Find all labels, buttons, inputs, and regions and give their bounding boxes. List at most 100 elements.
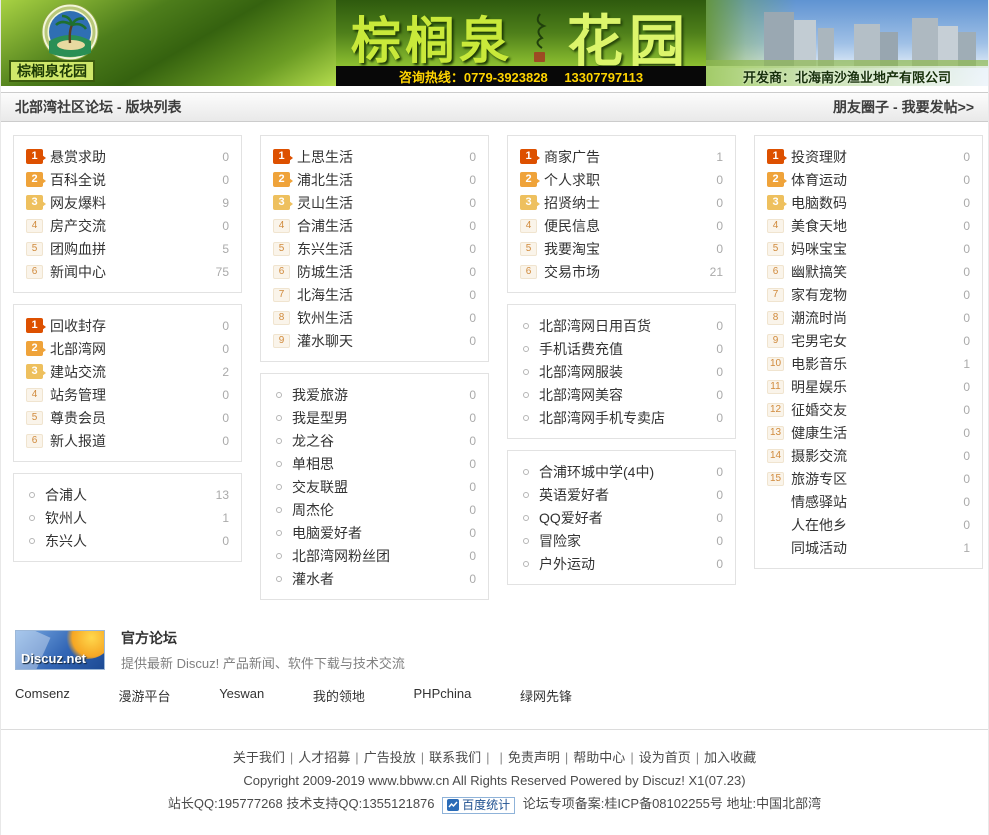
- forum-link[interactable]: 摄影交流: [791, 446, 963, 466]
- forum-link[interactable]: 灵山生活: [297, 193, 469, 213]
- forum-link[interactable]: 招贤纳士: [544, 193, 716, 213]
- forum-link[interactable]: 交易市场: [544, 262, 710, 282]
- forum-link[interactable]: 北部湾网: [50, 339, 222, 359]
- forum-link[interactable]: 团购血拼: [50, 239, 222, 259]
- forum-link[interactable]: 站务管理: [50, 385, 222, 405]
- footer-nav-link[interactable]: 人才招募: [298, 750, 350, 765]
- forum-link[interactable]: 东兴生活: [297, 239, 469, 259]
- forum-link[interactable]: 人在他乡: [791, 515, 963, 535]
- forum-link[interactable]: 潮流时尚: [791, 308, 963, 328]
- forum-link[interactable]: 妈咪宝宝: [791, 239, 963, 259]
- forum-link[interactable]: 明星娱乐: [791, 377, 963, 397]
- forum-link[interactable]: 钦州生活: [297, 308, 469, 328]
- forum-link[interactable]: 合浦环城中学(4中): [539, 462, 716, 482]
- forum-row: 4 站务管理 0: [26, 383, 229, 406]
- forum-link[interactable]: 我爱旅游: [292, 385, 469, 405]
- forum-link[interactable]: 户外运动: [539, 554, 716, 574]
- post-count: 0: [222, 387, 229, 402]
- baidu-stats-badge[interactable]: 百度统计: [442, 796, 516, 814]
- new-post-link[interactable]: 我要发帖>>: [902, 97, 974, 117]
- forum-link[interactable]: 电脑爱好者: [292, 523, 469, 543]
- forum-link[interactable]: 英语爱好者: [539, 485, 716, 505]
- footer-nav-link[interactable]: 帮助中心: [573, 750, 625, 765]
- post-count: 21: [709, 264, 723, 279]
- forum-row: 8 钦州生活 0: [273, 306, 476, 329]
- forum-link[interactable]: 合浦人: [45, 485, 216, 505]
- forum-link[interactable]: 悬赏求助: [50, 147, 222, 167]
- discuz-logo[interactable]: Discuz.net: [15, 630, 105, 670]
- forum-link[interactable]: 网友爆料: [50, 193, 222, 213]
- forum-link[interactable]: 北部湾网美容: [539, 385, 716, 405]
- forum-link[interactable]: 灌水者: [292, 569, 469, 589]
- forum-link[interactable]: 幽默搞笑: [791, 262, 963, 282]
- forum-link[interactable]: 北部湾网服装: [539, 362, 716, 382]
- post-count: 0: [963, 172, 970, 187]
- forum-link[interactable]: 投资理财: [791, 147, 963, 167]
- forum-link[interactable]: 钦州人: [45, 508, 222, 528]
- forum-link[interactable]: 尊贵会员: [50, 408, 222, 428]
- forum-link[interactable]: 交友联盟: [292, 477, 469, 497]
- developer-band: 开发商：北海南沙渔业地产有限公司: [706, 66, 988, 86]
- top-banner[interactable]: 棕榈泉花园 棕榈泉 花园 咨询热线：0779-3923828 133077971…: [1, 0, 988, 86]
- forum-link[interactable]: 周杰伦: [292, 500, 469, 520]
- rank-badge: 9: [273, 333, 290, 348]
- forum-link[interactable]: 宅男宅女: [791, 331, 963, 351]
- forum-link[interactable]: 个人求职: [544, 170, 716, 190]
- forum-link[interactable]: 我要淘宝: [544, 239, 716, 259]
- forum-link[interactable]: 单相思: [292, 454, 469, 474]
- forum-link[interactable]: 手机话费充值: [539, 339, 716, 359]
- forum-link[interactable]: 灌水聊天: [297, 331, 469, 351]
- forum-link[interactable]: 防城生活: [297, 262, 469, 282]
- footer-nav-link[interactable]: 关于我们: [233, 750, 285, 765]
- forum-link[interactable]: 电影音乐: [791, 354, 963, 374]
- forum-link[interactable]: 浦北生活: [297, 170, 469, 190]
- forum-link[interactable]: 冒险家: [539, 531, 716, 551]
- forum-link[interactable]: 东兴人: [45, 531, 222, 551]
- partner-link-4[interactable]: 我的领地: [313, 686, 365, 705]
- forum-link[interactable]: 新闻中心: [50, 262, 216, 282]
- partner-link-6[interactable]: 绿网先锋: [520, 686, 572, 705]
- forum-link[interactable]: 北部湾网日用百货: [539, 316, 716, 336]
- forum-link[interactable]: 龙之谷: [292, 431, 469, 451]
- footer-nav-link[interactable]: 加入收藏: [704, 750, 756, 765]
- breadcrumb[interactable]: 北部湾社区论坛 - 版块列表: [15, 97, 181, 117]
- forum-link[interactable]: 上思生活: [297, 147, 469, 167]
- forum-link[interactable]: 建站交流: [50, 362, 222, 382]
- friends-circle-link[interactable]: 朋友圈子: [833, 97, 889, 117]
- forum-link[interactable]: 北海生活: [297, 285, 469, 305]
- forum-link[interactable]: 体育运动: [791, 170, 963, 190]
- partner-link-1[interactable]: Comsenz: [15, 686, 70, 705]
- forum-link[interactable]: 回收封存: [50, 316, 222, 336]
- forum-link[interactable]: 便民信息: [544, 216, 716, 236]
- rank-badge: 2: [767, 172, 787, 187]
- footer-nav-link[interactable]: 广告投放: [364, 750, 416, 765]
- forum-link[interactable]: 健康生活: [791, 423, 963, 443]
- forum-link[interactable]: 家有宠物: [791, 285, 963, 305]
- forum-row: 灌水者 0: [273, 567, 476, 590]
- forum-link[interactable]: 美食天地: [791, 216, 963, 236]
- forum-link[interactable]: 征婚交友: [791, 400, 963, 420]
- footer-nav-link[interactable]: 联系我们: [429, 750, 481, 765]
- partner-link-2[interactable]: 漫游平台: [119, 686, 171, 705]
- post-count: 0: [963, 425, 970, 440]
- forum-link[interactable]: 新人报道: [50, 431, 222, 451]
- official-forum-title[interactable]: 官方论坛: [121, 628, 405, 648]
- forum-link[interactable]: 情感驿站: [791, 492, 963, 512]
- forum-link[interactable]: 电脑数码: [791, 193, 963, 213]
- forum-link[interactable]: 同城活动: [791, 538, 963, 558]
- partner-link-5[interactable]: PHPchina: [414, 686, 472, 705]
- forum-link[interactable]: 商家广告: [544, 147, 716, 167]
- forum-link[interactable]: 合浦生活: [297, 216, 469, 236]
- post-count: 0: [222, 318, 229, 333]
- forum-link[interactable]: 我是型男: [292, 408, 469, 428]
- partner-link-3[interactable]: Yeswan: [219, 686, 264, 705]
- forum-link[interactable]: QQ爱好者: [539, 508, 716, 528]
- forum-link[interactable]: 北部湾网手机专卖店: [539, 408, 716, 428]
- forum-link[interactable]: 旅游专区: [791, 469, 963, 489]
- forum-link[interactable]: 房产交流: [50, 216, 222, 236]
- forum-link[interactable]: 百科全说: [50, 170, 222, 190]
- footer-nav-link[interactable]: 免责声明: [508, 750, 560, 765]
- footer-nav-link[interactable]: 设为首页: [639, 750, 691, 765]
- forum-link[interactable]: 北部湾网粉丝团: [292, 546, 469, 566]
- forum-box: 北部湾网日用百货 0 手机话费充值 0 北部湾网服装 0 北部湾网美容 0 北部湾网手机专卖店 0: [507, 304, 736, 439]
